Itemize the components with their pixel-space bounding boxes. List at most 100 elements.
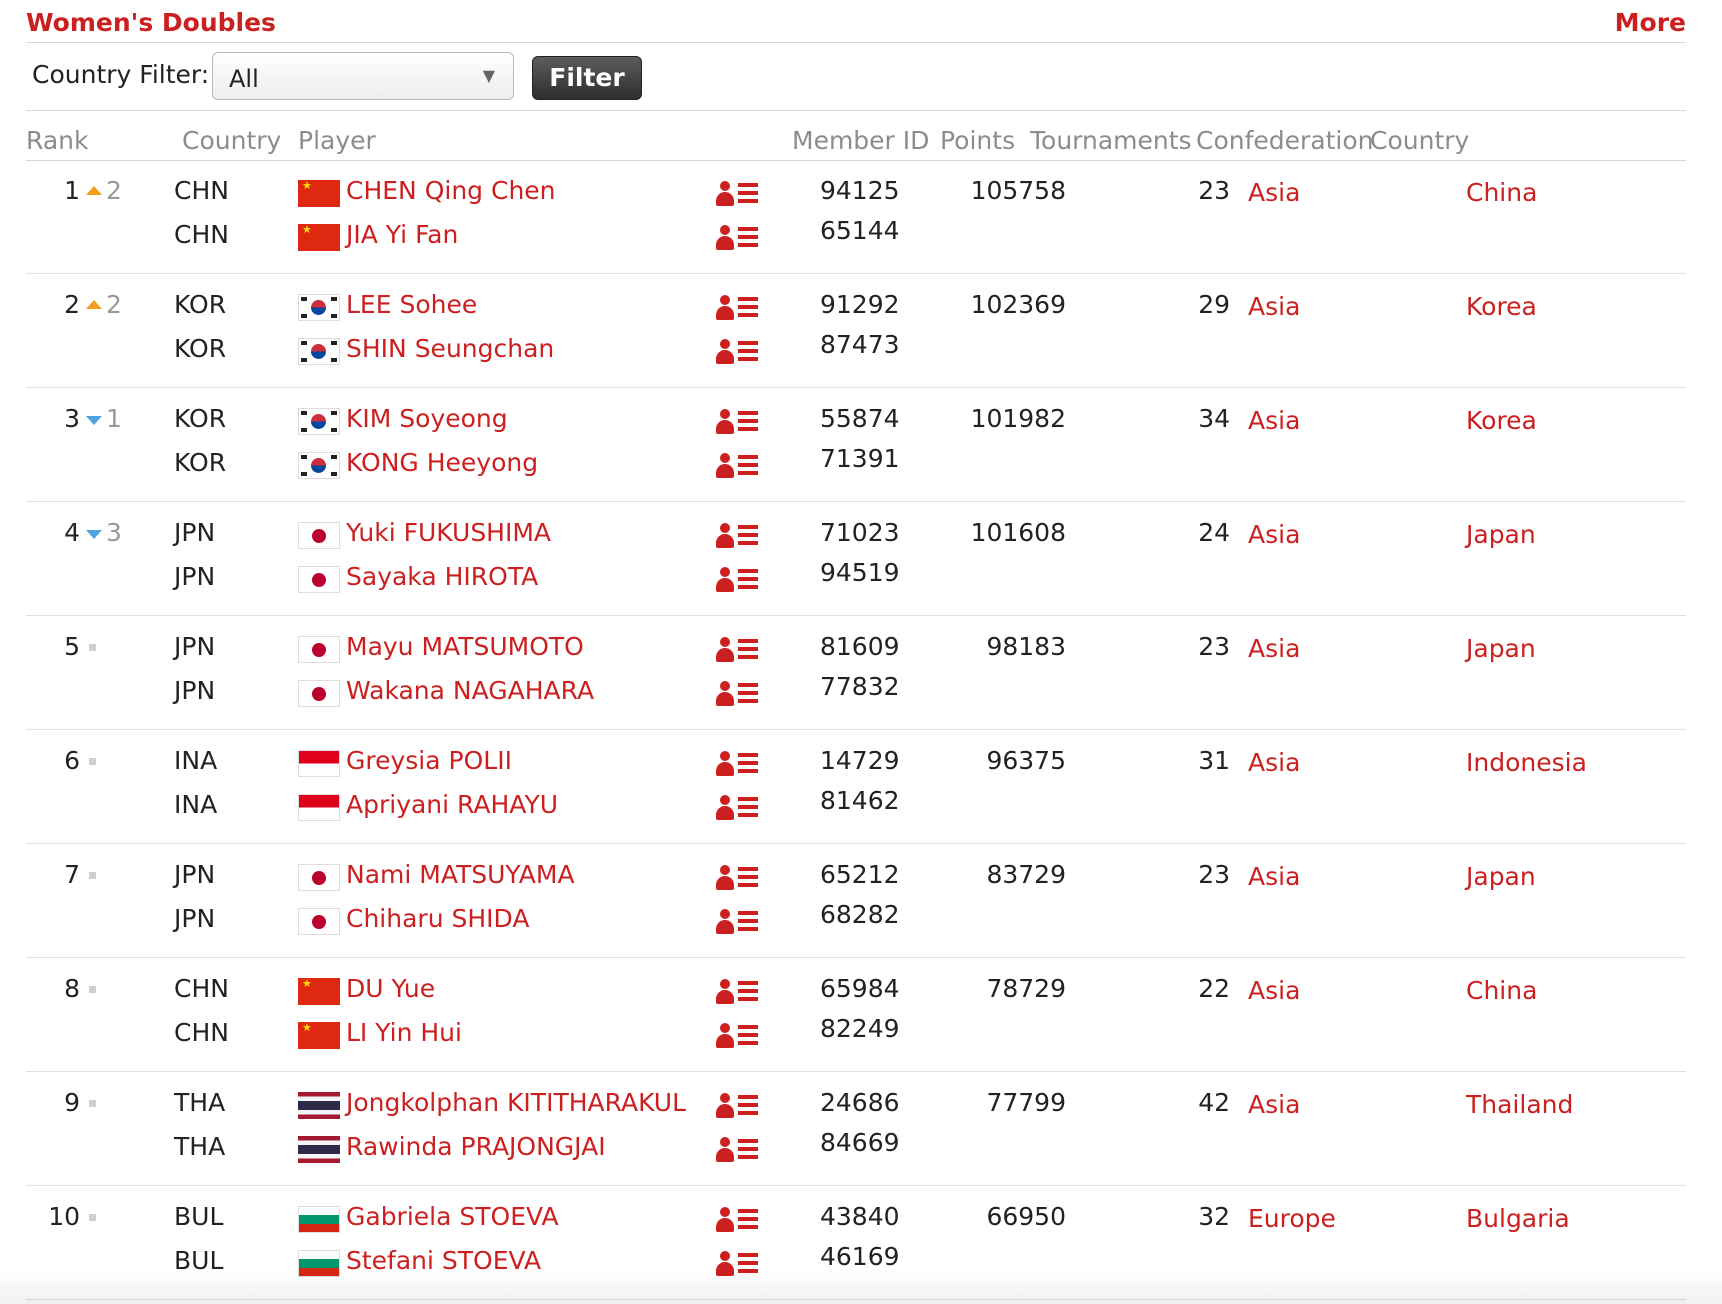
confederation-link[interactable]: Asia bbox=[1248, 292, 1300, 321]
confederation-link[interactable]: Asia bbox=[1248, 862, 1300, 891]
flag-jpn-icon bbox=[298, 636, 340, 663]
rank-number: 4 bbox=[64, 518, 80, 547]
player-country-code: INA bbox=[174, 790, 218, 819]
confederation-link[interactable]: Asia bbox=[1248, 520, 1300, 549]
player-country-code: CHN bbox=[174, 220, 229, 249]
flag-tha-icon bbox=[298, 1136, 340, 1163]
player-profile-icon[interactable] bbox=[716, 522, 764, 552]
member-id: 43840 bbox=[820, 1202, 900, 1231]
points: 101982 bbox=[970, 404, 1066, 433]
column-header-country[interactable]: Country bbox=[1370, 126, 1469, 155]
flag-kor-icon bbox=[298, 338, 340, 365]
member-id: 71391 bbox=[820, 444, 900, 473]
member-id: 71023 bbox=[820, 518, 900, 547]
player-name-link[interactable]: Yuki FUKUSHIMA bbox=[346, 518, 551, 547]
confederation-link[interactable]: Asia bbox=[1248, 1090, 1300, 1119]
country-filter-select[interactable]: All ▼ bbox=[212, 52, 514, 100]
player-profile-icon[interactable] bbox=[716, 794, 764, 824]
country-link[interactable]: Thailand bbox=[1466, 1090, 1573, 1119]
country-link[interactable]: Indonesia bbox=[1466, 748, 1587, 777]
table-row: 8 CHN DU Yue 65984 CHN LI Yin Hui 82249 78729 22… bbox=[26, 958, 1686, 1072]
player-name-link[interactable]: CHEN Qing Chen bbox=[346, 176, 556, 205]
more-link[interactable]: More bbox=[1615, 8, 1686, 37]
confederation-link[interactable]: Asia bbox=[1248, 406, 1300, 435]
flag-ina-icon bbox=[298, 794, 340, 821]
player-country-code: KOR bbox=[174, 290, 227, 319]
tournaments-count: 42 bbox=[1198, 1088, 1230, 1117]
confederation-link[interactable]: Asia bbox=[1248, 634, 1300, 663]
rank-move-down-icon bbox=[86, 416, 102, 425]
country-link[interactable]: Korea bbox=[1466, 292, 1537, 321]
section-title: Women's Doubles bbox=[26, 8, 276, 37]
country-link[interactable]: Japan bbox=[1466, 520, 1536, 549]
player-profile-icon[interactable] bbox=[716, 636, 764, 666]
player-profile-icon[interactable] bbox=[716, 750, 764, 780]
rank-number: 10 bbox=[48, 1202, 80, 1231]
player-profile-icon[interactable] bbox=[716, 978, 764, 1008]
country-link[interactable]: Bulgaria bbox=[1466, 1204, 1570, 1233]
table-row: 7 JPN Nami MATSUYAMA 65212 JPN Chiharu SHIDA 6… bbox=[26, 844, 1686, 958]
player-profile-icon[interactable] bbox=[716, 180, 764, 210]
player-name-link[interactable]: Sayaka HIROTA bbox=[346, 562, 538, 591]
player-profile-icon[interactable] bbox=[716, 680, 764, 710]
country-link[interactable]: China bbox=[1466, 178, 1537, 207]
column-header-player[interactable]: Player bbox=[298, 126, 376, 155]
player-country-code: CHN bbox=[174, 974, 229, 1003]
column-header-rank[interactable]: Rank bbox=[26, 126, 88, 155]
points: 102369 bbox=[970, 290, 1066, 319]
player-profile-icon[interactable] bbox=[716, 1136, 764, 1166]
member-id: 77832 bbox=[820, 672, 900, 701]
member-id: 87473 bbox=[820, 330, 900, 359]
player-name-link[interactable]: DU Yue bbox=[346, 974, 435, 1003]
confederation-link[interactable]: Europe bbox=[1248, 1204, 1336, 1233]
column-header-points[interactable]: Points bbox=[940, 126, 1015, 155]
column-header-tournaments[interactable]: Tournaments bbox=[1030, 126, 1192, 155]
player-profile-icon[interactable] bbox=[716, 1092, 764, 1122]
player-name-link[interactable]: LEE Sohee bbox=[346, 290, 477, 319]
player-name-link[interactable]: KONG Heeyong bbox=[346, 448, 538, 477]
player-name-link[interactable]: Jongkolphan KITITHARAKUL bbox=[346, 1088, 686, 1117]
player-name-link[interactable]: LI Yin Hui bbox=[346, 1018, 462, 1047]
player-profile-icon[interactable] bbox=[716, 1206, 764, 1236]
player-name-link[interactable]: Gabriela STOEVA bbox=[346, 1202, 559, 1231]
points: 83729 bbox=[986, 860, 1066, 889]
player-name-link[interactable]: Chiharu SHIDA bbox=[346, 904, 529, 933]
country-link[interactable]: Korea bbox=[1466, 406, 1537, 435]
player-name-link[interactable]: JIA Yi Fan bbox=[346, 220, 458, 249]
player-name-link[interactable]: Greysia POLII bbox=[346, 746, 512, 775]
confederation-link[interactable]: Asia bbox=[1248, 178, 1300, 207]
player-profile-icon[interactable] bbox=[716, 338, 764, 368]
tournaments-count: 34 bbox=[1198, 404, 1230, 433]
member-id: 94125 bbox=[820, 176, 900, 205]
player-name-link[interactable]: Mayu MATSUMOTO bbox=[346, 632, 584, 661]
country-link[interactable]: Japan bbox=[1466, 634, 1536, 663]
chevron-down-icon: ▼ bbox=[482, 66, 495, 85]
country-link[interactable]: China bbox=[1466, 976, 1537, 1005]
table-row: 4 3 JPN Yuki FUKUSHIMA 71023 JPN Sayaka HIROTA… bbox=[26, 502, 1686, 616]
player-profile-icon[interactable] bbox=[716, 908, 764, 938]
country-link[interactable]: Japan bbox=[1466, 862, 1536, 891]
rank-move-up-icon bbox=[86, 186, 102, 195]
filter-button[interactable]: Filter bbox=[532, 56, 642, 100]
confederation-link[interactable]: Asia bbox=[1248, 976, 1300, 1005]
player-profile-icon[interactable] bbox=[716, 452, 764, 482]
player-profile-icon[interactable] bbox=[716, 566, 764, 596]
player-profile-icon[interactable] bbox=[716, 294, 764, 324]
player-name-link[interactable]: KIM Soyeong bbox=[346, 404, 508, 433]
member-id: 84669 bbox=[820, 1128, 900, 1157]
member-id: 65212 bbox=[820, 860, 900, 889]
player-name-link[interactable]: Nami MATSUYAMA bbox=[346, 860, 575, 889]
player-name-link[interactable]: Wakana NAGAHARA bbox=[346, 676, 594, 705]
confederation-link[interactable]: Asia bbox=[1248, 748, 1300, 777]
player-profile-icon[interactable] bbox=[716, 1022, 764, 1052]
player-name-link[interactable]: Rawinda PRAJONGJAI bbox=[346, 1132, 606, 1161]
player-profile-icon[interactable] bbox=[716, 408, 764, 438]
column-header-confederation[interactable]: Confederation bbox=[1196, 126, 1374, 155]
column-header-country-code[interactable]: Country bbox=[182, 126, 281, 155]
player-name-link[interactable]: SHIN Seungchan bbox=[346, 334, 554, 363]
rankings-panel: Women's Doubles More Country Filter: All… bbox=[26, 0, 1686, 1304]
player-profile-icon[interactable] bbox=[716, 224, 764, 254]
player-profile-icon[interactable] bbox=[716, 864, 764, 894]
column-header-member-id[interactable]: Member ID bbox=[792, 126, 929, 155]
player-name-link[interactable]: Apriyani RAHAYU bbox=[346, 790, 558, 819]
